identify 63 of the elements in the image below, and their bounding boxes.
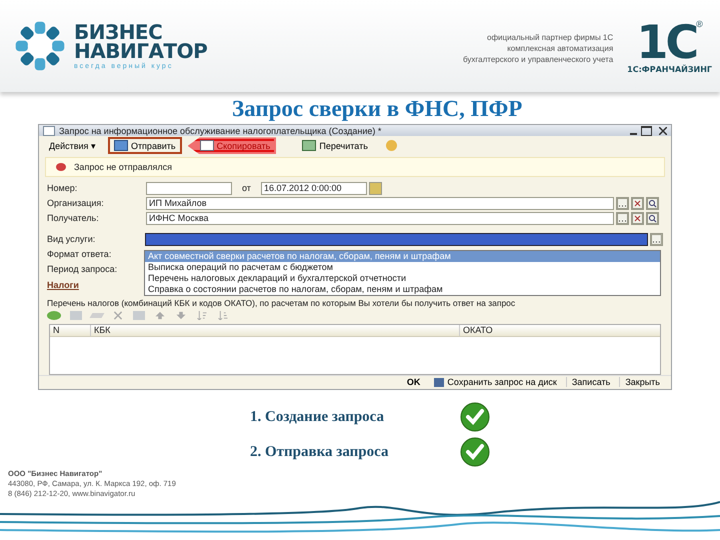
- step-text: 1. Создание запроса: [250, 408, 384, 426]
- date-field[interactable]: 16.07.2012 0:00:00: [260, 182, 367, 195]
- add-icon[interactable]: [47, 311, 61, 320]
- field-label: Вид услуги:: [47, 234, 96, 244]
- sort-descending-icon[interactable]: [217, 311, 229, 320]
- field-label: Период запроса:: [47, 264, 118, 274]
- window-title: Запрос на информационное обслуживание налогоплательщика (Создание) *: [59, 126, 382, 136]
- dropdown-option[interactable]: Справка о состоянии расчетов по налогам, сборам, пеням и штрафам: [145, 284, 660, 295]
- move-down-icon[interactable]: [175, 311, 187, 320]
- copy-row-icon[interactable]: [70, 311, 82, 320]
- field-label: от: [241, 183, 252, 194]
- logo-name: НАВИГАТОР: [74, 42, 208, 60]
- field-label: Формат ответа:: [47, 249, 112, 260]
- search-button[interactable]: [646, 212, 659, 225]
- section-header: Налоги: [47, 280, 79, 290]
- dropdown-option[interactable]: Выписка операций по расчетам с бюджетом: [145, 262, 660, 273]
- taxes-hint: Перечень налогов (комбинаций КБК и кодов ОКАТО), по расчетам по которым Вы хотели бы получить ответ на запрос: [47, 298, 516, 308]
- footer-button[interactable]: Записать: [566, 377, 616, 388]
- maximize-icon[interactable]: [641, 126, 652, 136]
- move-up-icon[interactable]: [154, 311, 166, 320]
- column-header[interactable]: ОКАТО: [460, 325, 660, 336]
- actions-menu[interactable]: Действия ▾: [43, 138, 102, 154]
- choose-button[interactable]: [616, 196, 629, 210]
- ok-button[interactable]: OK: [402, 377, 426, 388]
- close-icon[interactable]: [659, 126, 667, 135]
- sort-ascending-icon[interactable]: [196, 311, 208, 320]
- toolbar-button[interactable]: Перечитать: [296, 137, 374, 154]
- delete-icon[interactable]: [112, 311, 124, 320]
- partner-text: бухгалтерского и управленческого учета: [462, 54, 614, 64]
- dropdown-option[interactable]: Перечень налоговых деклараций и бухгалтерской отчетности: [145, 272, 660, 284]
- footer-button[interactable]: Закрыть: [619, 377, 665, 388]
- document-icon: [43, 126, 55, 136]
- field-label: Получатель:: [47, 213, 100, 224]
- status-icon: [56, 163, 66, 172]
- step-text: 2. Отправка запроса: [250, 444, 388, 460]
- clear-button[interactable]: [631, 196, 644, 210]
- calendar-button[interactable]: [368, 182, 382, 195]
- column-header[interactable]: КБК: [91, 325, 460, 336]
- organization-field[interactable]: ИП Михайлов: [146, 196, 614, 210]
- brand-caption: 1С:ФРАНЧАЙЗИНГ: [627, 64, 712, 74]
- partner-text: комплексная автоматизация: [506, 42, 614, 54]
- recipient-field[interactable]: ИФНС Москва: [146, 212, 614, 225]
- field-label: Номер:: [47, 183, 78, 194]
- toolbar-button[interactable]: Отправить: [108, 137, 182, 154]
- partner-text: официальный партнер фирмы 1С: [486, 32, 614, 42]
- minimize-icon[interactable]: [630, 132, 637, 135]
- save-button[interactable]: Сохранить запрос на диск: [429, 377, 562, 388]
- gear-logo-icon: [14, 20, 66, 72]
- status-message: Запрос не отправлялся: [74, 162, 172, 172]
- choose-button[interactable]: [650, 232, 663, 246]
- slide-title: Запрос сверки в ФНС, ПФР: [232, 95, 524, 123]
- column-header[interactable]: N: [50, 325, 91, 336]
- search-button[interactable]: [646, 196, 659, 210]
- number-field[interactable]: [146, 182, 232, 195]
- clear-button[interactable]: [631, 212, 644, 225]
- brand-logo: 1С: [636, 18, 696, 64]
- choose-button[interactable]: [616, 212, 629, 225]
- pencil-icon[interactable]: [90, 313, 104, 318]
- grid-icon[interactable]: [133, 311, 145, 320]
- service-dropdown[interactable]: [144, 232, 648, 246]
- registered-mark: ®: [696, 18, 703, 28]
- field-label: Организация:: [47, 198, 105, 208]
- logo-name: БИЗНЕС: [74, 22, 162, 42]
